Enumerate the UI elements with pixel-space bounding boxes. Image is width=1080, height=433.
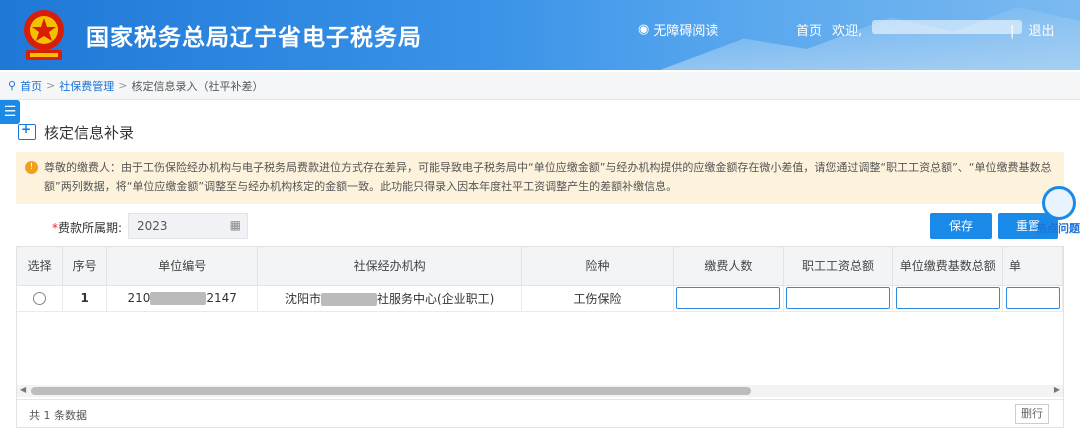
location-pin-icon: ⚲ xyxy=(8,79,17,92)
agency-prefix: 沈阳市 xyxy=(284,291,321,306)
table-header-row: 选择 序号 单位编号 社保经办机构 险种 缴费人数 职工工资总额 单位缴费基数总… xyxy=(17,247,1063,286)
col-insurance: 险种 xyxy=(521,247,675,286)
breadcrumb: ⚲ 首页 > 社保费管理 > 核定信息录入（社平补差） xyxy=(0,72,1080,100)
data-table: 选择 序号 单位编号 社保经办机构 险种 缴费人数 职工工资总额 单位缴费基数总… xyxy=(16,246,1064,428)
eye-icon: ◉ xyxy=(638,22,650,37)
payer-count-input[interactable] xyxy=(676,287,781,309)
tax-emblem-icon xyxy=(24,10,64,60)
unit-code-redacted xyxy=(150,292,207,305)
col-unit-code: 单位编号 xyxy=(106,247,259,286)
calendar-icon[interactable]: ▦ xyxy=(230,218,241,232)
col-truncated: 单 xyxy=(1002,247,1063,286)
unit-code-prefix: 210 xyxy=(127,291,151,305)
unit-code-suffix: 2147 xyxy=(206,291,237,305)
col-wage-total: 职工工资总额 xyxy=(783,247,894,286)
accessibility-link[interactable]: ◉ 无障碍阅读 xyxy=(638,20,718,39)
scroll-left-icon[interactable]: ◀ xyxy=(20,385,26,394)
wage-total-cell xyxy=(783,285,894,312)
delete-row-button[interactable]: 删行 xyxy=(1015,404,1049,424)
base-total-input[interactable] xyxy=(895,287,1000,309)
top-nav: 首页 欢迎, xyxy=(796,20,1023,39)
col-select: 选择 xyxy=(17,247,64,286)
sidebar-toggle-icon[interactable]: ☰ xyxy=(0,100,20,124)
notice-banner: ! 尊敬的缴费人：由于工伤保险经办机构与电子税务局费款进位方式存在差异，可能导致… xyxy=(16,152,1064,204)
payer-count-cell xyxy=(673,285,784,312)
wage-total-input[interactable] xyxy=(786,287,891,309)
table-grid: 选择 序号 单位编号 社保经办机构 险种 缴费人数 职工工资总额 单位缴费基数总… xyxy=(17,247,1063,312)
row-radio[interactable] xyxy=(33,292,47,305)
period-input[interactable]: 2023 ▦ xyxy=(128,213,248,239)
col-index: 序号 xyxy=(62,247,108,286)
scroll-right-icon[interactable]: ▶ xyxy=(1054,385,1060,394)
col-base-total: 单位缴费基数总额 xyxy=(892,247,1004,286)
help-widget[interactable]: 热点问题 xyxy=(1036,186,1080,246)
user-name-redacted xyxy=(872,20,1023,34)
table-footer: 共 1 条数据 删行 xyxy=(17,399,1063,427)
breadcrumb-section[interactable]: 社保费管理 xyxy=(59,78,114,94)
row-index: 1 xyxy=(62,285,108,312)
horizontal-scrollbar[interactable]: ◀ ▶ xyxy=(17,385,1063,397)
truncated-input[interactable] xyxy=(1006,287,1061,309)
base-total-cell xyxy=(892,285,1004,312)
help-label: 热点问题 xyxy=(1036,222,1080,235)
period-value: 2023 xyxy=(137,219,168,233)
save-button[interactable]: 保存 xyxy=(930,213,992,239)
period-label: *费款所属期: xyxy=(52,219,122,236)
breadcrumb-home[interactable]: 首页 xyxy=(20,78,42,94)
welcome-text: 欢迎, xyxy=(832,24,863,39)
row-insurance: 工伤保险 xyxy=(521,285,675,312)
col-payer-count: 缴费人数 xyxy=(673,247,784,286)
period-label-text: 费款所属期: xyxy=(58,221,123,235)
breadcrumb-separator: > xyxy=(118,79,128,92)
agency-suffix: 社服务中心(企业职工) xyxy=(376,291,495,306)
agency-redacted xyxy=(320,292,377,306)
row-agency: 沈阳市 社服务中心(企业职工) xyxy=(257,285,522,312)
nav-separator: | xyxy=(1010,24,1015,39)
table-row: 1 210 2147 沈阳市 社服务中心(企业职工) 工伤保险 xyxy=(17,285,1063,312)
warning-icon: ! xyxy=(25,161,38,174)
truncated-cell xyxy=(1002,285,1063,312)
col-agency: 社保经办机构 xyxy=(257,247,522,286)
logout-link[interactable]: 退出 xyxy=(1029,24,1055,39)
site-title: 国家税务总局辽宁省电子税务局 xyxy=(86,25,422,51)
notice-text: 尊敬的缴费人：由于工伤保险经办机构与电子税务局费款进位方式存在差异，可能导致电子… xyxy=(44,161,1052,193)
help-cursor-icon xyxy=(1042,186,1076,220)
breadcrumb-current: 核定信息录入（社平补差） xyxy=(131,79,264,93)
breadcrumb-separator: > xyxy=(46,79,56,92)
accessibility-label: 无障碍阅读 xyxy=(653,24,719,39)
logout-area: | 退出 xyxy=(1010,20,1055,39)
row-select-cell xyxy=(17,285,64,312)
scroll-thumb[interactable] xyxy=(31,387,751,395)
record-count: 共 1 条数据 xyxy=(29,409,87,422)
nav-home-link[interactable]: 首页 xyxy=(796,20,822,39)
add-record-icon xyxy=(18,122,36,140)
row-unit-code: 210 2147 xyxy=(106,285,259,312)
page-title: 核定信息补录 xyxy=(44,124,135,142)
site-header: 国家税务总局辽宁省电子税务局 ◉ 无障碍阅读 首页 欢迎, | 退出 xyxy=(0,0,1080,70)
